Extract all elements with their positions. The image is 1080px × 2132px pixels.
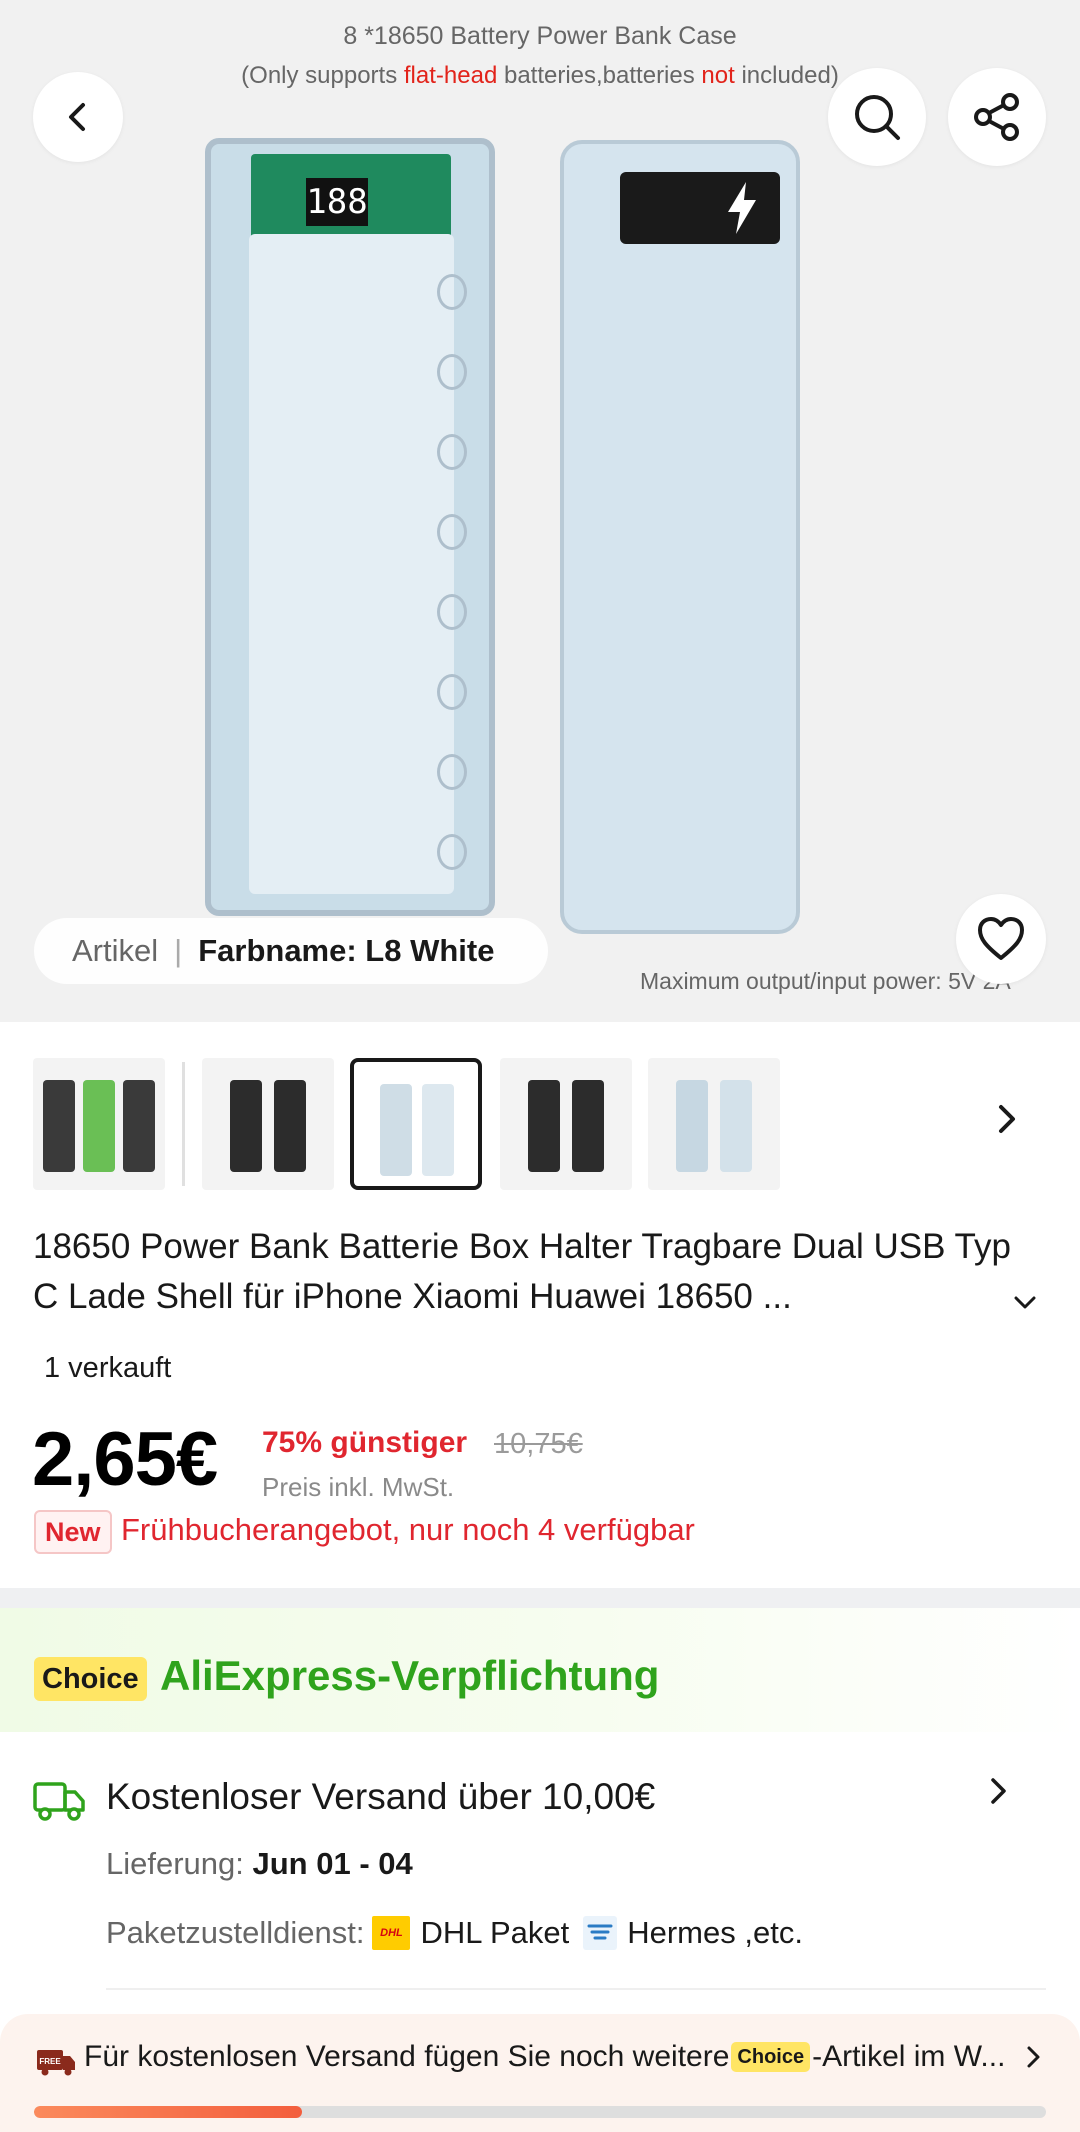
chevron-right-icon[interactable] <box>1022 2044 1044 2070</box>
dhl-logo-icon: DHL <box>372 1916 411 1950</box>
carrier-info: Paketzustelldienst: DHL DHL Paket Hermes… <box>106 1915 803 1951</box>
thumb-case-shape <box>380 1084 412 1176</box>
new-badge: New <box>34 1510 112 1554</box>
shipping-title[interactable]: Kostenloser Versand über 10,00€ <box>106 1776 655 1818</box>
carrier-hermes: Hermes ,etc. <box>627 1915 803 1950</box>
share-icon <box>974 93 1019 141</box>
free-shipping-progress <box>34 2106 1046 2118</box>
progress-fill <box>34 2106 303 2118</box>
current-price: 2,65€ <box>32 1417 218 1502</box>
discount-label: 75% günstiger <box>262 1426 468 1459</box>
thumb-case-shape <box>43 1080 75 1172</box>
thumb-case-shape <box>123 1080 155 1172</box>
sold-count: 1 verkauft <box>44 1352 172 1384</box>
thumb-case-shape <box>422 1084 454 1176</box>
variant-info-pill[interactable]: Artikel | Farbname: L8 White <box>34 918 548 984</box>
thumb-case-shape <box>274 1080 306 1172</box>
battery-spring <box>437 594 467 630</box>
thumbnail-divider <box>182 1062 185 1186</box>
divider-line <box>106 1988 1046 1990</box>
choice-title: AliExpress-Verpflichtung <box>160 1652 660 1699</box>
thumbnail[interactable] <box>500 1058 632 1190</box>
chevron-down-icon[interactable] <box>1012 1292 1038 1312</box>
battery-spring <box>437 354 467 390</box>
product-image-gallery[interactable]: 8 *18650 Battery Power Bank Case (Only s… <box>0 0 1080 1022</box>
search-icon <box>855 95 900 140</box>
promo-text: Frühbucherangebot, nur noch 4 verfügbar <box>121 1512 695 1547</box>
favorite-button[interactable] <box>956 894 1046 984</box>
battery-compartment <box>249 234 454 894</box>
chevron-right-icon[interactable] <box>984 1776 1012 1806</box>
battery-display <box>620 172 780 244</box>
thumb-case-shape <box>720 1080 752 1172</box>
lightning-icon <box>728 182 756 234</box>
choice-commitment-header: Choice AliExpress-Verpflichtung <box>0 1608 1080 1732</box>
free-shipping-truck-icon: FREE <box>37 2050 75 2076</box>
chevron-right-icon[interactable] <box>990 1102 1024 1136</box>
image-caption-note: (Only supports flat-head batteries,batte… <box>241 62 839 89</box>
thumbnail[interactable] <box>202 1058 334 1190</box>
tax-note: Preis inkl. MwSt. <box>262 1472 455 1502</box>
battery-spring <box>437 514 467 550</box>
image-caption-title: 8 *18650 Battery Power Bank Case <box>343 22 737 50</box>
delivery-date: Jun 01 - 04 <box>252 1846 413 1881</box>
power-bank-case-open: 188 <box>205 138 495 916</box>
heart-icon <box>978 917 1024 960</box>
product-page: 8 *18650 Battery Power Bank Case (Only s… <box>0 0 1080 2132</box>
delivery-label: Lieferung: <box>106 1846 253 1881</box>
carrier-dhl: DHL Paket <box>420 1915 570 1950</box>
thumb-case-shape <box>230 1080 262 1172</box>
original-price: 10,75€ <box>494 1428 583 1460</box>
carrier-label: Paketzustelldienst: <box>106 1915 365 1950</box>
led-display: 188 <box>306 178 368 226</box>
delivery-estimate: Lieferung: Jun 01 - 04 <box>106 1846 413 1882</box>
thumb-case-shape <box>676 1080 708 1172</box>
thumb-case-shape <box>528 1080 560 1172</box>
svg-text:FREE: FREE <box>39 2057 61 2066</box>
search-button[interactable] <box>828 68 926 166</box>
battery-spring <box>437 434 467 470</box>
product-title[interactable]: 18650 Power Bank Batterie Box Halter Tra… <box>33 1222 1023 1322</box>
choice-badge: Choice <box>34 1657 147 1701</box>
battery-spring <box>437 674 467 710</box>
variant-separator: | <box>174 933 183 968</box>
thumbnail[interactable] <box>33 1058 165 1190</box>
battery-spring <box>437 274 467 310</box>
variant-value: Farbname: L8 White <box>198 933 495 968</box>
power-bank-case-closed <box>560 140 800 934</box>
thumb-case-shape <box>572 1080 604 1172</box>
variant-label: Artikel <box>72 933 159 968</box>
thumb-case-shape <box>83 1080 115 1172</box>
thumbnail-selected[interactable] <box>350 1058 482 1190</box>
free-shipping-banner[interactable]: FREE Für kostenlosen Versand fügen Sie n… <box>0 2014 1080 2132</box>
battery-spring <box>437 754 467 790</box>
thumbnail[interactable] <box>648 1058 780 1190</box>
truck-icon <box>33 1782 85 1821</box>
thumbnail-strip <box>0 1058 1080 1192</box>
inline-choice-badge: Choice <box>731 2042 811 2072</box>
share-button[interactable] <box>948 68 1046 166</box>
section-divider <box>0 1588 1080 1608</box>
chevron-left-icon <box>69 103 85 131</box>
hermes-logo-icon <box>583 1916 618 1950</box>
back-button[interactable] <box>33 72 123 162</box>
image-caption-power: Maximum output/input power: 5V 2A <box>640 968 1011 994</box>
banner-message: Für kostenlosen Versand fügen Sie noch w… <box>84 2040 1006 2073</box>
battery-spring <box>437 834 467 870</box>
